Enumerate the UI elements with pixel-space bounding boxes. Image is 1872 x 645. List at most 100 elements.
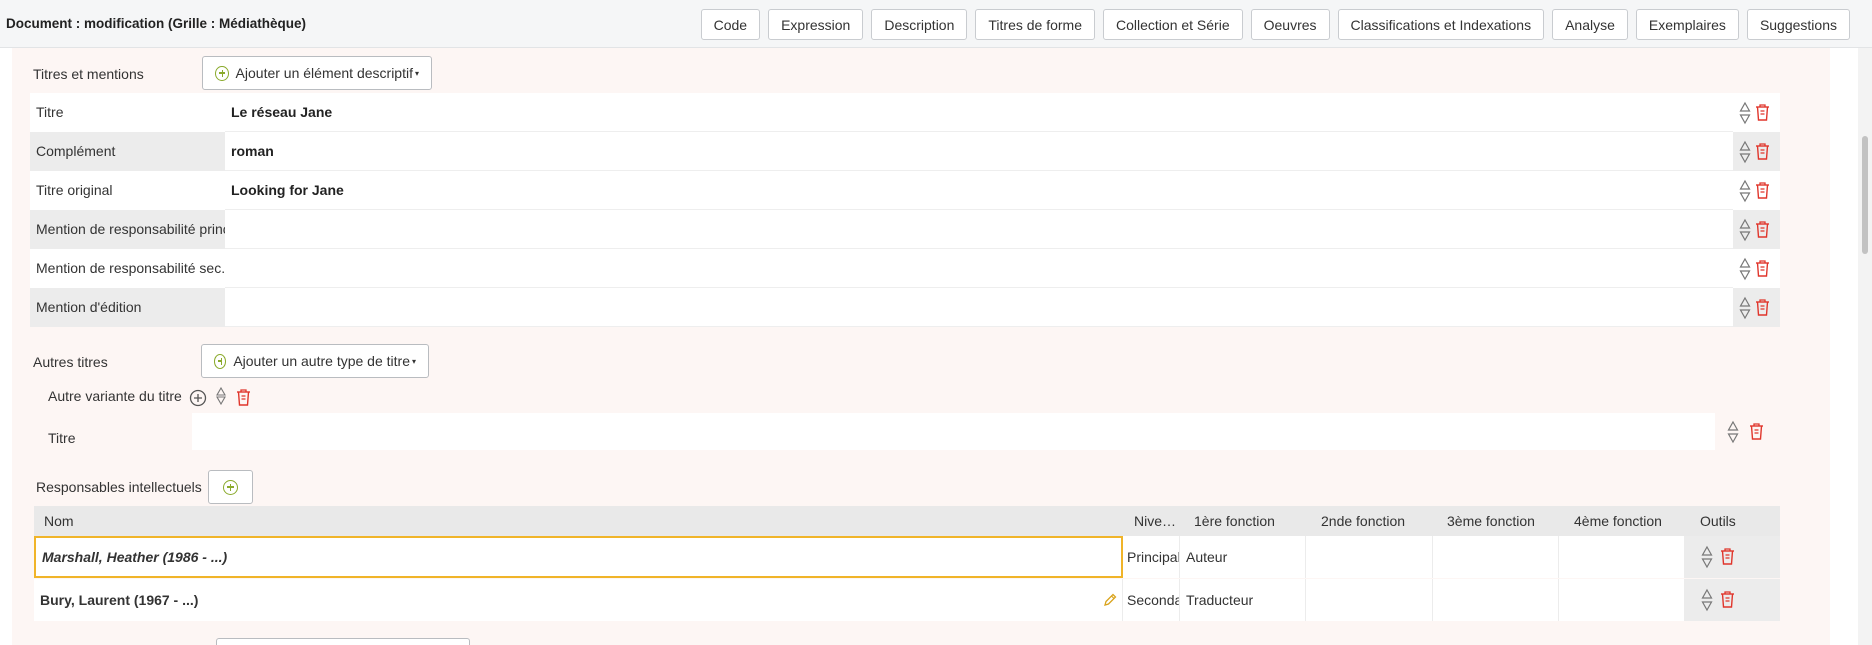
scrollbar-thumb[interactable] xyxy=(1862,136,1868,254)
responsible-function-2[interactable] xyxy=(1306,579,1433,621)
row-tools xyxy=(1685,536,1780,578)
field-row-mention-edition: Mention d'édition xyxy=(30,288,1780,327)
add-circle-icon xyxy=(223,479,238,495)
caret-down-icon: ▾ xyxy=(411,356,416,366)
field-label: Mention d'édition xyxy=(30,288,225,327)
row-tools xyxy=(1733,210,1780,249)
tab-code[interactable]: Code xyxy=(700,9,761,40)
variant-field-label: Titre xyxy=(48,430,76,446)
pencil-icon[interactable] xyxy=(1102,592,1118,608)
title-variant-label: Autre variante du titre xyxy=(48,388,182,404)
add-title-type-button[interactable]: Ajouter un autre type de titre ▾ xyxy=(201,344,429,378)
reorder-icon[interactable] xyxy=(1739,257,1751,281)
responsible-function-4[interactable] xyxy=(1559,579,1685,621)
vertical-scrollbar[interactable] xyxy=(1858,48,1872,645)
reorder-icon[interactable] xyxy=(216,387,226,405)
reorder-icon[interactable] xyxy=(1701,545,1713,569)
field-label: Mention de responsabilité sec. xyxy=(30,249,225,288)
field-value[interactable] xyxy=(225,249,1733,288)
row-tools xyxy=(1733,171,1780,210)
tab-suggestions[interactable]: Suggestions xyxy=(1746,9,1850,40)
responsible-name[interactable]: Marshall, Heather (1986 - ...) xyxy=(34,536,1123,578)
table-header: Nom Nive… 1ère fonction 2nde fonction 3è… xyxy=(34,506,1780,536)
delete-icon[interactable] xyxy=(1749,423,1764,440)
section-tabs: Code Expression Description Titres de fo… xyxy=(700,9,1850,40)
field-row-titre: Titre Le réseau Jane xyxy=(30,93,1780,132)
tab-expression[interactable]: Expression xyxy=(768,9,864,40)
column-header-nom[interactable]: Nom xyxy=(44,506,1124,536)
add-descriptive-element-button[interactable]: Ajouter un élément descriptif ▾ xyxy=(202,56,432,90)
responsible-level[interactable]: Seconda xyxy=(1123,579,1180,621)
delete-icon[interactable] xyxy=(1755,182,1770,199)
field-value[interactable]: Looking for Jane xyxy=(225,171,1733,210)
row-tools xyxy=(1685,579,1780,621)
responsible-function-2[interactable] xyxy=(1306,536,1433,578)
table-row[interactable]: Bury, Laurent (1967 - ...) Seconda Tradu… xyxy=(34,579,1780,621)
add-title-type-label: Ajouter un autre type de titre xyxy=(233,353,410,369)
section-label-titres: Titres et mentions xyxy=(33,66,144,82)
column-header-fonction-3[interactable]: 3ème fonction xyxy=(1447,506,1565,536)
delete-icon[interactable] xyxy=(1755,221,1770,238)
field-value[interactable] xyxy=(225,210,1733,249)
field-value[interactable] xyxy=(225,288,1733,327)
column-header-fonction-4[interactable]: 4ème fonction xyxy=(1574,506,1692,536)
row-tools xyxy=(1733,93,1780,132)
tab-titres-de-forme[interactable]: Titres de forme xyxy=(975,9,1095,40)
tab-exemplaires[interactable]: Exemplaires xyxy=(1635,9,1739,40)
reorder-icon[interactable] xyxy=(1701,588,1713,612)
row-tools xyxy=(1733,288,1780,327)
field-value[interactable]: roman xyxy=(225,132,1733,171)
reorder-icon[interactable] xyxy=(1727,420,1739,444)
section-label-autres-titres: Autres titres xyxy=(33,354,108,370)
next-section-button[interactable] xyxy=(216,638,470,645)
responsible-function-3[interactable] xyxy=(1433,536,1559,578)
responsible-function-4[interactable] xyxy=(1559,536,1685,578)
tab-classifications[interactable]: Classifications et Indexations xyxy=(1337,9,1545,40)
section-label-responsables: Responsables intellectuels xyxy=(36,479,202,495)
reorder-icon[interactable] xyxy=(1739,101,1751,125)
row-tools xyxy=(1733,132,1780,171)
reorder-icon[interactable] xyxy=(1739,140,1751,164)
delete-icon[interactable] xyxy=(1755,299,1770,316)
column-header-fonction-1[interactable]: 1ère fonction xyxy=(1194,506,1312,536)
add-circle-icon xyxy=(215,65,229,81)
delete-icon[interactable] xyxy=(236,389,251,406)
field-label: Complément xyxy=(30,132,225,171)
field-row-mention-secondaire: Mention de responsabilité sec. xyxy=(30,249,1780,288)
responsible-function-1[interactable]: Traducteur xyxy=(1180,579,1306,621)
field-label: Titre xyxy=(30,93,225,132)
field-row-mention-principale: Mention de responsabilité principale xyxy=(30,210,1780,249)
tab-analyse[interactable]: Analyse xyxy=(1552,9,1628,40)
delete-icon[interactable] xyxy=(1720,591,1735,608)
table-row[interactable]: Marshall, Heather (1986 - ...) Principal… xyxy=(34,536,1780,578)
variant-title-input[interactable] xyxy=(192,413,1715,450)
delete-icon[interactable] xyxy=(1755,143,1770,160)
caret-down-icon: ▾ xyxy=(414,68,419,78)
responsible-function-3[interactable] xyxy=(1433,579,1559,621)
field-row-titre-original: Titre original Looking for Jane xyxy=(30,171,1780,210)
column-header-fonction-2[interactable]: 2nde fonction xyxy=(1321,506,1439,536)
field-value[interactable]: Le réseau Jane xyxy=(225,93,1733,132)
title-variant-header: Autre variante du titre xyxy=(48,388,182,404)
delete-icon[interactable] xyxy=(1755,260,1770,277)
top-bar: Document : modification (Grille : Médiat… xyxy=(0,0,1872,48)
add-descriptive-element-label: Ajouter un élément descriptif xyxy=(235,65,413,81)
responsible-name[interactable]: Bury, Laurent (1967 - ...) xyxy=(34,579,1123,621)
add-circle-icon xyxy=(214,353,227,369)
column-header-niveau[interactable]: Nive… xyxy=(1134,506,1178,536)
add-responsible-button[interactable] xyxy=(208,470,253,504)
field-label: Titre original xyxy=(30,171,225,210)
delete-icon[interactable] xyxy=(1720,548,1735,565)
tab-collection-et-serie[interactable]: Collection et Série xyxy=(1103,9,1243,40)
tab-oeuvres[interactable]: Oeuvres xyxy=(1250,9,1330,40)
tab-description[interactable]: Description xyxy=(871,9,968,40)
column-header-outils: Outils xyxy=(1700,513,1736,529)
reorder-icon[interactable] xyxy=(1739,218,1751,242)
responsible-level[interactable]: Principal xyxy=(1123,536,1180,578)
reorder-icon[interactable] xyxy=(1739,296,1751,320)
delete-icon[interactable] xyxy=(1755,104,1770,121)
field-label: Mention de responsabilité principale xyxy=(30,210,225,249)
add-variant-icon[interactable] xyxy=(189,389,207,407)
responsible-function-1[interactable]: Auteur xyxy=(1180,536,1306,578)
reorder-icon[interactable] xyxy=(1739,179,1751,203)
